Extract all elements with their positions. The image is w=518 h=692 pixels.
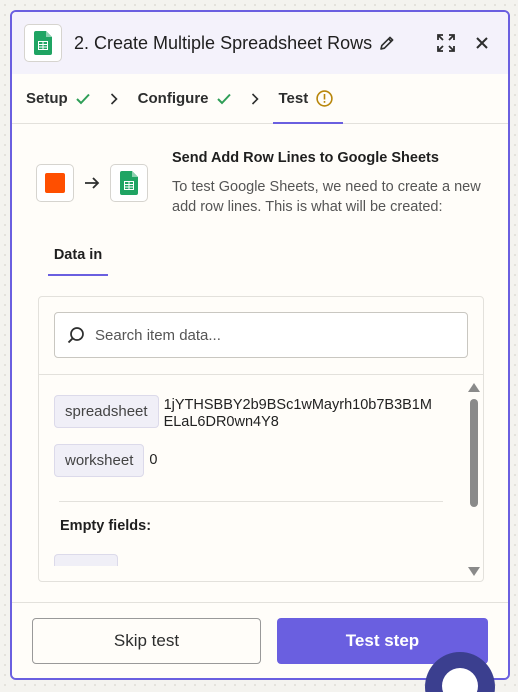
tab-label: Test [278, 90, 309, 107]
step-title-text: 2. Create Multiple Spreadsheet Rows [74, 32, 373, 53]
tab-data-in[interactable]: Data in [48, 247, 108, 276]
intro-title: Send Add Row Lines to Google Sheets [172, 150, 439, 166]
data-in-panel: spreadsheet 1jYTHSBBY2b9BSc1wMayrh10b7B3… [38, 296, 484, 582]
search-box[interactable] [54, 312, 468, 358]
field-key: spreadsheet [54, 395, 159, 428]
check-icon [216, 93, 231, 105]
scroll-down-icon[interactable] [468, 566, 480, 576]
google-sheets-icon [110, 163, 148, 202]
tab-setup[interactable]: Setup [16, 74, 100, 123]
scrollbar[interactable] [465, 376, 483, 581]
tab-label: Configure [137, 90, 209, 107]
step-panel: 2. Create Multiple Spreadsheet Rows Setu… [10, 10, 510, 680]
test-intro: Send Add Row Lines to Google Sheets To t… [12, 124, 508, 217]
field-value: 1jYTHSBBY2b9BSc1wMayrh10b7B3B1MELaL6DR0w… [163, 397, 432, 430]
divider [59, 501, 443, 502]
skip-test-button[interactable]: Skip test [32, 617, 261, 664]
data-fields: spreadsheet 1jYTHSBBY2b9BSc1wMayrh10b7B3… [39, 375, 483, 566]
warning-icon [316, 90, 333, 107]
tab-configure[interactable]: Configure [128, 74, 241, 123]
scroll-up-icon[interactable] [468, 382, 480, 392]
pencil-icon[interactable] [379, 35, 395, 51]
data-field-row: worksheet 0 [54, 444, 483, 477]
close-icon[interactable] [468, 29, 496, 57]
intro-description: To test Google Sheets, we need to create… [172, 179, 481, 215]
search-area [39, 297, 483, 375]
field-value: 0 [149, 452, 158, 468]
google-sheets-icon [24, 24, 62, 62]
step-tabs: Setup Configure Test [12, 74, 508, 124]
tab-label: Setup [26, 90, 68, 107]
scrollbar-thumb[interactable] [470, 399, 478, 507]
expand-icon[interactable] [432, 29, 460, 57]
arrow-right-icon [84, 176, 100, 189]
trigger-app-icon [36, 163, 74, 202]
data-field-row: spreadsheet 1jYTHSBBY2b9BSc1wMayrh10b7B3… [54, 395, 483, 431]
chat-icon [442, 668, 478, 692]
app-flow [36, 148, 148, 217]
panel-header: 2. Create Multiple Spreadsheet Rows [12, 12, 508, 74]
search-icon [67, 326, 85, 344]
intro-text: Send Add Row Lines to Google Sheets To t… [172, 148, 482, 217]
check-icon [75, 93, 90, 105]
empty-fields-title: Empty fields: [60, 518, 152, 534]
chevron-right-icon [251, 92, 259, 105]
chevron-right-icon [110, 92, 118, 105]
step-title[interactable]: 2. Create Multiple Spreadsheet Rows [74, 33, 424, 54]
tab-test[interactable]: Test [269, 74, 344, 124]
search-input[interactable] [95, 326, 467, 344]
field-key: worksheet [54, 444, 145, 477]
empty-field-chip [54, 554, 118, 566]
